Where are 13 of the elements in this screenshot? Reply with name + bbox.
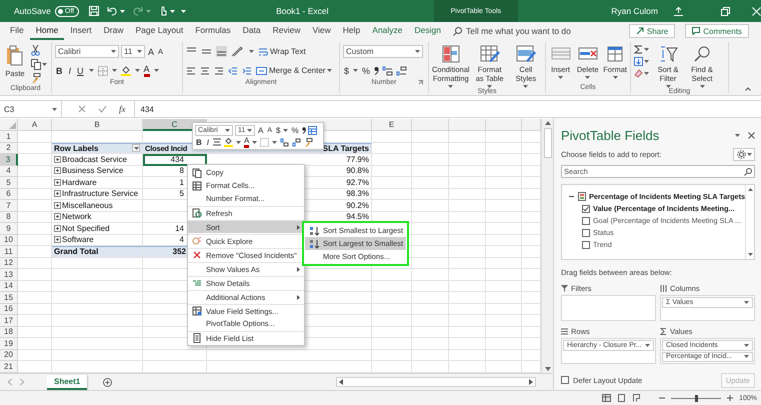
row-label: Not Specified xyxy=(62,224,110,233)
row-label: Infrastructure Service xyxy=(62,189,138,198)
row-label: Hardware xyxy=(62,178,97,187)
pane-title: PivotTable Fields xyxy=(561,128,660,143)
row-label: Software xyxy=(62,235,94,244)
row-label: Network xyxy=(62,212,92,222)
row-label: Broadcast Service xyxy=(62,154,127,164)
window-title: Book1 - Excel xyxy=(276,6,329,16)
autosave-label: AutoSave xyxy=(14,6,51,16)
row-labels-heading: Row Labels xyxy=(54,144,98,153)
table-cell: Grand Total xyxy=(52,246,143,258)
row-label: Miscellaneous xyxy=(62,200,113,210)
row-label: Business Service xyxy=(62,166,124,176)
